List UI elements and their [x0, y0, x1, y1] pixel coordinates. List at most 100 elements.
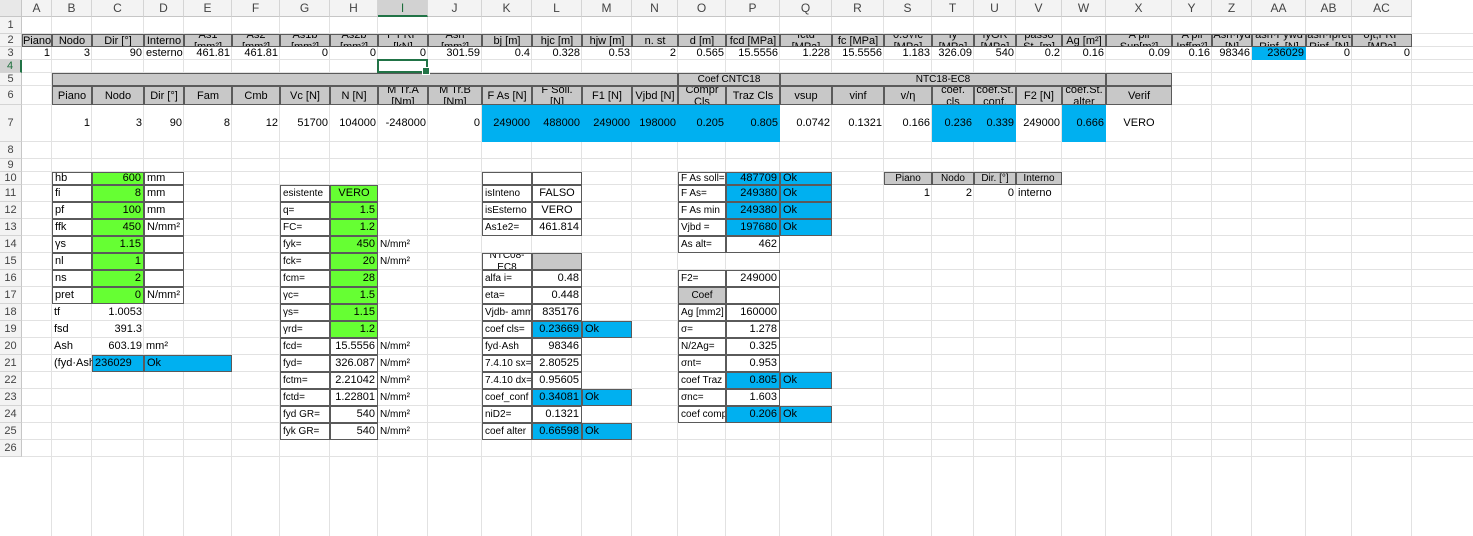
force-status-ok[interactable]: Ok: [780, 219, 832, 236]
select-all-corner[interactable]: [0, 0, 22, 17]
geom-unit[interactable]: N/mm²: [144, 287, 184, 304]
top-header-cell[interactable]: fy [MPa]: [932, 34, 974, 47]
check-value-cell[interactable]: 488000: [532, 105, 582, 142]
column-header-R[interactable]: R: [832, 0, 884, 17]
material-unit[interactable]: N/mm²: [378, 253, 428, 270]
ntc-status-ok[interactable]: Ok: [582, 423, 632, 440]
top-value-cell[interactable]: 0: [280, 47, 330, 60]
top-header-cell[interactable]: hjc [m]: [532, 34, 582, 47]
top-value-cell[interactable]: 0.16: [1172, 47, 1212, 60]
check-value-cell[interactable]: 8: [184, 105, 232, 142]
top-header-cell[interactable]: passo St. [m]: [1016, 34, 1062, 47]
check-header-cell[interactable]: M Tr.A [Nm]: [378, 86, 428, 105]
geom-unit[interactable]: [144, 304, 184, 321]
top-value-cell[interactable]: 0.53: [582, 47, 632, 60]
check-value-cell[interactable]: 0.0742: [780, 105, 832, 142]
column-header-X[interactable]: X: [1106, 0, 1172, 17]
row-header-9[interactable]: 9: [0, 159, 22, 172]
ntc-label[interactable]: 7.4.10 dx=: [482, 372, 532, 389]
check-header-cell[interactable]: Traz Cls: [726, 86, 780, 105]
column-header-K[interactable]: K: [482, 0, 532, 17]
spreadsheet[interactable]: A B C D E F G H I J K L M N O P Q R S T U V W X Y Z AA AB AC 1 2 3 4 5 6 7 8…: [0, 0, 1473, 536]
row-header-4[interactable]: 4: [0, 60, 22, 73]
material-label[interactable]: γc=: [280, 287, 330, 304]
check-header-cell[interactable]: Nodo: [92, 86, 144, 105]
top-header-cell[interactable]: Nodo: [52, 34, 92, 47]
geom-label[interactable]: ns: [52, 270, 92, 287]
top-header-cell[interactable]: F FRP [kN]: [378, 34, 428, 47]
top-value-cell[interactable]: esterno: [144, 47, 184, 60]
material-label[interactable]: q=: [280, 202, 330, 219]
top-value-cell[interactable]: 2: [632, 47, 678, 60]
row-header-17[interactable]: 17: [0, 287, 22, 304]
check-value-cell[interactable]: 0: [428, 105, 482, 142]
top-header-cell[interactable]: ash·Fywd Rinf. [N]: [1252, 34, 1306, 47]
ntc-value[interactable]: 0.448: [532, 287, 582, 304]
column-header-N[interactable]: N: [632, 0, 678, 17]
node-header-cell[interactable]: Piano: [884, 172, 932, 185]
coef-status-ok[interactable]: Ok: [780, 372, 832, 389]
node-value-cell[interactable]: interno: [1016, 185, 1062, 202]
material-value[interactable]: 326.087: [330, 355, 378, 372]
ntc-value[interactable]: 0.1321: [532, 406, 582, 423]
top-header-cell[interactable]: As2b [mm²]: [330, 34, 378, 47]
geom-value[interactable]: 600: [92, 172, 144, 185]
check-value-cell[interactable]: 249000: [482, 105, 532, 142]
top-header-cell[interactable]: Ash [mm²]: [428, 34, 482, 47]
geom-label[interactable]: γs: [52, 236, 92, 253]
top-value-cell[interactable]: 0.4: [482, 47, 532, 60]
row-header-14[interactable]: 14: [0, 236, 22, 253]
coef-label[interactable]: σ=: [678, 321, 726, 338]
material-value[interactable]: 1.2: [330, 321, 378, 338]
geom-value[interactable]: 391.3: [92, 321, 144, 338]
material-label[interactable]: fyk GR=: [280, 423, 330, 440]
material-label[interactable]: fyd GR=: [280, 406, 330, 423]
ntc-value[interactable]: 2.80525: [532, 355, 582, 372]
geom-unit[interactable]: mm²: [144, 338, 184, 355]
material-label[interactable]: γs=: [280, 304, 330, 321]
top-header-cell[interactable]: n. st: [632, 34, 678, 47]
coef-label[interactable]: N/2Ag=: [678, 338, 726, 355]
force-status-ok[interactable]: Ok: [780, 202, 832, 219]
check-value-cell[interactable]: VERO: [1106, 105, 1172, 142]
ntc-value[interactable]: 0.34081: [532, 389, 582, 406]
ntc08-ec8-header[interactable]: NTC08-EC8: [482, 253, 532, 270]
coef-value[interactable]: 0.805: [726, 372, 780, 389]
check-value-cell[interactable]: 0.805: [726, 105, 780, 142]
coef-value[interactable]: 1.278: [726, 321, 780, 338]
check-value-cell[interactable]: 0.1321: [832, 105, 884, 142]
row-header-16[interactable]: 16: [0, 270, 22, 287]
coef-label[interactable]: coef Traz: [678, 372, 726, 389]
row-header-25[interactable]: 25: [0, 423, 22, 440]
row-header-26[interactable]: 26: [0, 440, 22, 457]
material-unit[interactable]: [378, 219, 428, 236]
column-header-W[interactable]: W: [1062, 0, 1106, 17]
geom-label[interactable]: hb: [52, 172, 92, 185]
force-status-ok[interactable]: Ok: [780, 185, 832, 202]
ntc-status-ok[interactable]: Ok: [582, 321, 632, 338]
row-header-18[interactable]: 18: [0, 304, 22, 321]
column-header-AC[interactable]: AC: [1352, 0, 1412, 17]
material-value[interactable]: VERO: [330, 185, 378, 202]
top-header-cell[interactable]: fcd [MPa]: [726, 34, 780, 47]
top-value-cell[interactable]: 461.81: [232, 47, 280, 60]
geom-unit[interactable]: [144, 321, 184, 338]
column-header-I[interactable]: I: [378, 0, 428, 17]
geom-label[interactable]: fsd: [52, 321, 92, 338]
check-group-blank[interactable]: [52, 73, 678, 86]
column-header-B[interactable]: B: [52, 0, 92, 17]
top-value-cell[interactable]: 0.2: [1016, 47, 1062, 60]
material-value[interactable]: 1.5: [330, 202, 378, 219]
column-header-E[interactable]: E: [184, 0, 232, 17]
force-value[interactable]: 197680: [726, 219, 780, 236]
top-header-cell[interactable]: ash·fpret Rinf. [N]: [1306, 34, 1352, 47]
check-group-blank[interactable]: [1106, 73, 1172, 86]
geom-value[interactable]: 1.15: [92, 236, 144, 253]
geom-value[interactable]: 100: [92, 202, 144, 219]
check-value-cell[interactable]: 3: [92, 105, 144, 142]
top-value-cell[interactable]: 15.5556: [726, 47, 780, 60]
material-value[interactable]: 15.5556: [330, 338, 378, 355]
check-header-cell[interactable]: Vc [N]: [280, 86, 330, 105]
material-label[interactable]: FC=: [280, 219, 330, 236]
top-header-cell[interactable]: σjt,FRP [MPa]: [1352, 34, 1412, 47]
